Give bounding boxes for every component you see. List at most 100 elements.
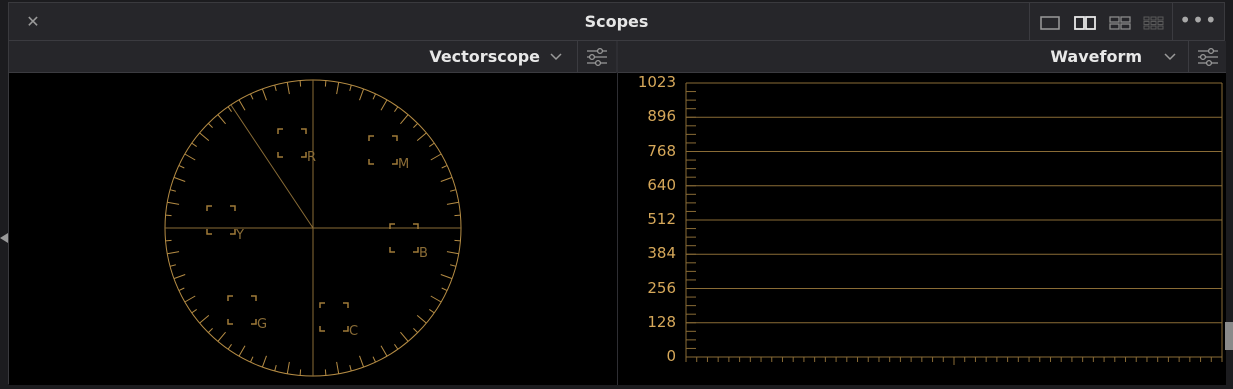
vectorscope-tick [336, 361, 340, 374]
vectorscope-tick [429, 309, 435, 314]
vectorscope-tick [372, 356, 377, 363]
vectorscope-tick [238, 99, 246, 111]
vectorscope-tick [440, 274, 453, 280]
vectorscope-tick [400, 331, 409, 342]
vectorscope-tick [441, 164, 448, 169]
vectorscope-target-label: M [398, 157, 409, 172]
vectorscope-tick [429, 142, 435, 147]
vectorscope-tick [359, 88, 365, 101]
scrollbar-thumb[interactable] [1225, 322, 1233, 350]
vectorscope-tick [249, 93, 254, 100]
vectorscope-tick [394, 106, 399, 112]
vectorscope-target-label: C [349, 324, 358, 339]
vectorscope-tick [446, 201, 459, 205]
single-view-icon[interactable] [1040, 15, 1060, 30]
vectorscope-settings-icon[interactable] [577, 41, 616, 72]
vectorscope-tick [227, 106, 232, 112]
vectorscope-tick [217, 114, 226, 125]
vectorscope-tick [359, 355, 365, 368]
vectorscope-target-label: G [257, 317, 267, 332]
vectorscope-tick [178, 164, 185, 169]
vectorscope-target-c: C [319, 302, 358, 339]
vectorscope-tick [372, 93, 377, 100]
vectorscope-target-g: G [227, 295, 267, 332]
waveform-settings-icon[interactable] [1188, 41, 1227, 72]
vectorscope-tick [286, 361, 290, 374]
vectorscope-graticule: R M Y B G C [164, 79, 462, 377]
vectorscope-tick [440, 176, 453, 182]
title-bar: ✕ Scopes ••• [9, 3, 1224, 41]
vectorscope-title[interactable]: Vectorscope [429, 47, 540, 66]
vectorscope-tick [430, 153, 442, 161]
waveform-display: 1023 896 768 640 512 384 256 128 0 [618, 73, 1226, 385]
vectorscope-tick [167, 251, 180, 255]
vectorscope-tick [178, 287, 185, 292]
vectorscope-tick [446, 251, 459, 255]
vectorscope-tick [349, 365, 352, 372]
vectorscope-display: R M Y B G C [9, 73, 617, 385]
vectorscope-tick [249, 356, 254, 363]
vectorscope-tick [199, 315, 210, 324]
vectorscope-tick [173, 176, 186, 182]
vectorscope-tick [380, 345, 388, 357]
vectorscope-tick [413, 328, 419, 334]
vectorscope-tick [207, 122, 213, 128]
layout-switcher [1029, 3, 1170, 41]
dual-view-icon[interactable] [1074, 15, 1096, 30]
waveform-header: Waveform [618, 41, 1226, 73]
vectorscope-tick [454, 239, 461, 242]
vectorscope-tick [454, 214, 461, 217]
vectorscope-tick [191, 142, 197, 147]
vectorscope-tick [400, 114, 409, 125]
vectorscope-tick [336, 82, 340, 95]
vectorscope-tick [441, 287, 448, 292]
vectorscope-tick [274, 365, 277, 372]
vectorscope-tick [450, 189, 457, 192]
vectorscope-target-label: R [307, 150, 316, 165]
vectorscope-tick [324, 369, 327, 376]
vectorscope-tick [227, 344, 232, 350]
vectorscope-tick [238, 345, 246, 357]
vectorscope-tick [261, 355, 267, 368]
vectorscope-tick [184, 153, 196, 161]
vectorscope-tick [207, 328, 213, 334]
scopes-window: ✕ Scopes ••• Vectorscope Waveform R M Y … [8, 2, 1226, 385]
vectorscope-tick [324, 80, 327, 87]
vectorscope-tick [199, 132, 210, 141]
grid-view-icon[interactable] [1143, 15, 1165, 30]
vectorscope-tick [169, 264, 176, 267]
waveform-graticule [685, 82, 1223, 365]
waveform-title[interactable]: Waveform [1050, 47, 1142, 66]
vectorscope-tick [430, 295, 442, 303]
more-options-icon[interactable]: ••• [1172, 3, 1224, 41]
vectorscope-target-m: M [368, 135, 409, 172]
vectorscope-tick [416, 315, 427, 324]
vectorscope-tick [184, 295, 196, 303]
left-edge-arrow [0, 228, 8, 243]
vectorscope-tick [394, 344, 399, 350]
vectorscope-target-b: B [389, 223, 428, 261]
vectorscope-target-r: R [277, 128, 316, 165]
vectorscope-tick [217, 331, 226, 342]
vectorscope-tick [261, 88, 267, 101]
vectorscope-tick [416, 132, 427, 141]
vectorscope-target-label: B [419, 246, 428, 261]
vectorscope-tick [165, 239, 172, 242]
vectorscope-tick [173, 274, 186, 280]
vectorscope-header: Vectorscope [9, 41, 616, 73]
vectorscope-tick [274, 84, 277, 91]
vectorscope-tick [286, 82, 290, 95]
chevron-down-icon[interactable] [1163, 49, 1177, 63]
vectorscope-tick [191, 309, 197, 314]
vectorscope-tick [349, 84, 352, 91]
vectorscope-tick [299, 80, 302, 87]
vectorscope-target-y: Y [206, 205, 244, 243]
vectorscope-tick [169, 189, 176, 192]
vectorscope-tick [450, 264, 457, 267]
quad-view-icon[interactable] [1109, 15, 1131, 30]
chevron-down-icon[interactable] [549, 49, 563, 63]
vectorscope-tick [299, 369, 302, 376]
vectorscope-target-label: Y [235, 228, 244, 243]
vectorscope-tick [165, 214, 172, 217]
vectorscope-tick [167, 201, 180, 205]
